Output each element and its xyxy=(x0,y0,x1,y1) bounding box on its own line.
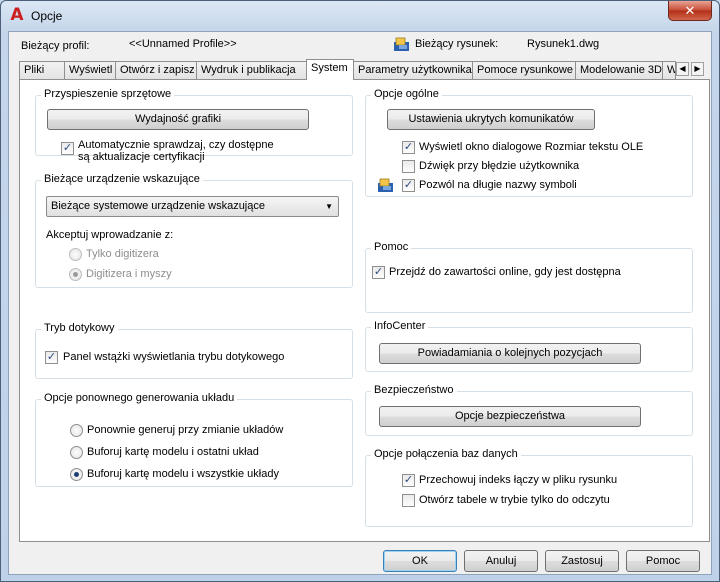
balloon-notifications-button[interactable]: Powiadamiania o kolejnych pozycjach xyxy=(379,343,641,364)
tab-scroll-right-button[interactable]: ▶ xyxy=(691,62,704,76)
apply-button[interactable]: Zastosuj xyxy=(545,550,619,572)
read-only-tables-label: Otwórz tabele w trybie tylko do odczytu xyxy=(419,494,610,506)
current-drawing-label: Bieżący rysunek: xyxy=(415,38,499,50)
auto-check-certification-checkbox[interactable]: ✓ xyxy=(61,142,74,155)
pointing-device-select[interactable]: Bieżące systemowe urządzenie wskazujące … xyxy=(46,196,339,217)
infocenter-title: InfoCenter xyxy=(371,320,429,332)
digitizer-and-mouse-label: Digitizera i myszy xyxy=(86,268,172,280)
beep-on-error-label: Dźwięk przy błędzie użytkownika xyxy=(419,160,580,172)
regen-on-switch-radio[interactable] xyxy=(70,424,83,437)
hardware-acceleration-group: Przyspieszenie sprzętowe Wydajność grafi… xyxy=(35,88,353,163)
tab-open-save[interactable]: Otwórz i zapisz xyxy=(115,61,197,79)
options-dialog: A Opcje ✕ Bieżący profil: <<Unnamed Prof… xyxy=(0,0,720,582)
long-symbol-names-checkbox[interactable]: ✓ xyxy=(402,179,415,192)
touch-ribbon-panel-checkbox[interactable]: ✓ xyxy=(45,351,58,364)
general-options-title: Opcje ogólne xyxy=(371,88,442,100)
store-links-index-label: Przechowuj indeks łączy w pliku rysunku xyxy=(419,474,618,486)
security-options-button[interactable]: Opcje bezpieczeństwa xyxy=(379,406,641,427)
help-title: Pomoc xyxy=(371,241,412,253)
touch-mode-group: Tryb dotykowy ✓ Panel wstążki wyświetlan… xyxy=(35,322,353,379)
digitizer-only-radio[interactable] xyxy=(69,248,82,261)
online-help-label: Przejdź do zawartości online, gdy jest d… xyxy=(389,266,621,278)
tab-system[interactable]: System xyxy=(306,59,354,80)
ole-text-size-checkbox[interactable]: ✓ xyxy=(402,141,415,154)
tab-files[interactable]: Pliki xyxy=(19,61,65,79)
current-profile-label: Bieżący profil: xyxy=(21,40,90,52)
tab-3d-modeling[interactable]: Modelowanie 3D xyxy=(575,61,663,79)
regen-on-switch-label: Ponownie generuj przy zmianie układów xyxy=(87,424,284,436)
read-only-tables-checkbox[interactable] xyxy=(402,494,415,507)
cache-model-last-layout-label: Buforuj kartę modelu i ostatni układ xyxy=(87,446,259,458)
help-button[interactable]: Pomoc xyxy=(626,550,700,572)
drawing-file-icon xyxy=(394,37,409,51)
current-profile-value: <<Unnamed Profile>> xyxy=(129,38,237,50)
drawing-file-icon xyxy=(378,178,393,192)
system-tab-panel: Przyspieszenie sprzętowe Wydajność grafi… xyxy=(19,79,710,542)
ole-text-size-label: Wyświetl okno dialogowe Rozmiar tekstu O… xyxy=(419,141,644,153)
hidden-messages-settings-button[interactable]: Ustawienia ukrytych komunikatów xyxy=(387,109,595,130)
dialog-client-area: Bieżący profil: <<Unnamed Profile>> Bież… xyxy=(8,31,712,575)
ok-button[interactable]: OK xyxy=(383,550,457,572)
accept-input-label: Akceptuj wprowadzanie z: xyxy=(46,229,174,241)
hardware-acceleration-title: Przyspieszenie sprzętowe xyxy=(41,88,175,100)
tab-selection-partial[interactable]: W xyxy=(662,61,676,79)
close-button[interactable]: ✕ xyxy=(668,1,712,21)
auto-check-certification-label: Automatycznie sprawdzaj, czy dostępne są… xyxy=(78,139,274,163)
pointing-device-selected-value: Bieżące systemowe urządzenie wskazujące xyxy=(51,200,265,212)
tab-strip: Pliki Wyświetl Otwórz i zapisz Wydruk i … xyxy=(19,59,711,80)
long-symbol-names-label: Pozwól na długie nazwy symboli xyxy=(419,179,577,191)
tab-plot-publish[interactable]: Wydruk i publikacja xyxy=(196,61,307,79)
security-group: Bezpieczeństwo Opcje bezpieczeństwa xyxy=(365,384,693,436)
chevron-down-icon: ▼ xyxy=(325,202,333,211)
window-title: Opcje xyxy=(31,9,63,23)
store-links-index-checkbox[interactable]: ✓ xyxy=(402,474,415,487)
autocad-logo-icon: A xyxy=(10,5,24,25)
tab-scroll-left-button[interactable]: ◀ xyxy=(676,62,689,76)
security-title: Bezpieczeństwo xyxy=(371,384,457,396)
current-drawing-value: Rysunek1.dwg xyxy=(527,38,600,50)
touch-mode-title: Tryb dotykowy xyxy=(41,322,118,334)
cache-model-all-layouts-radio[interactable] xyxy=(70,468,83,481)
cancel-button[interactable]: Anuluj xyxy=(464,550,538,572)
touch-ribbon-panel-label: Panel wstążki wyświetlania trybu dotykow… xyxy=(63,351,285,363)
tab-user-preferences[interactable]: Parametry użytkownika xyxy=(353,61,473,79)
title-bar[interactable]: A Opcje ✕ xyxy=(1,1,719,31)
digitizer-and-mouse-radio[interactable] xyxy=(69,268,82,281)
db-connectivity-group: Opcje połączenia baz danych ✓ Przechowuj… xyxy=(365,448,693,527)
layout-regen-group: Opcje ponownego generowania układu Ponow… xyxy=(35,392,353,487)
online-help-checkbox[interactable]: ✓ xyxy=(372,266,385,279)
tab-display[interactable]: Wyświetl xyxy=(64,61,116,79)
cache-model-all-layouts-label: Buforuj kartę modelu i wszystkie układy xyxy=(87,468,279,480)
layout-regen-title: Opcje ponownego generowania układu xyxy=(41,392,238,404)
help-group: Pomoc ✓ Przejdź do zawartości online, gd… xyxy=(365,241,693,313)
pointing-device-group: Bieżące urządzenie wskazujące Bieżące sy… xyxy=(35,173,353,288)
pointing-device-title: Bieżące urządzenie wskazujące xyxy=(41,173,203,185)
graphics-performance-button[interactable]: Wydajność grafiki xyxy=(47,109,309,130)
digitizer-only-label: Tylko digitizera xyxy=(86,248,159,260)
general-options-group: Opcje ogólne Ustawienia ukrytych komunik… xyxy=(365,88,693,197)
tab-drafting[interactable]: Pomoce rysunkowe xyxy=(472,61,576,79)
db-connectivity-title: Opcje połączenia baz danych xyxy=(371,448,521,460)
infocenter-group: InfoCenter Powiadamiania o kolejnych poz… xyxy=(365,320,693,372)
beep-on-error-checkbox[interactable] xyxy=(402,160,415,173)
cache-model-last-layout-radio[interactable] xyxy=(70,446,83,459)
